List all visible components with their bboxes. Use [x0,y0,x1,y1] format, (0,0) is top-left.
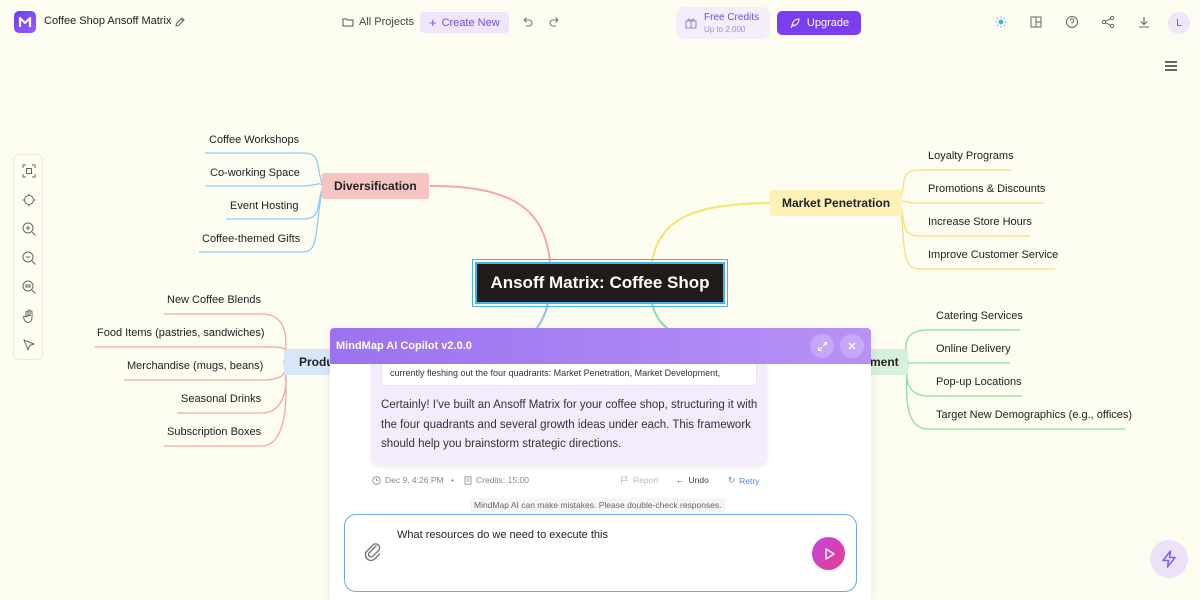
plus-icon: + [429,15,437,30]
download-icon[interactable] [1137,15,1151,29]
create-new-label: Create New [441,16,500,29]
ai-assistant-button[interactable] [1150,540,1188,578]
hamburger-menu-icon[interactable] [1164,60,1178,72]
expand-icon [817,341,827,351]
chat-input[interactable] [397,529,797,541]
all-projects-button[interactable]: All Projects [342,12,414,32]
theme-sun-icon[interactable] [994,15,1008,29]
canvas-toolbar [13,154,43,360]
edit-pencil-icon[interactable] [173,15,187,29]
undo-label: Undo [688,475,709,485]
gift-icon [685,18,697,29]
free-credits-button[interactable]: Free Credits Up to 2,000 [676,7,770,39]
close-icon [848,342,856,350]
upgrade-label: Upgrade [806,17,850,29]
leaf-merchandise[interactable]: Merchandise (mugs, beans) [127,360,263,372]
leaf-improve-customer-service[interactable]: Improve Customer Service [928,249,1058,261]
branch-diversification[interactable]: Diversification [322,173,429,199]
close-button[interactable] [840,334,864,358]
create-new-button[interactable]: + Create New [420,12,509,33]
leaf-seasonal-drinks[interactable]: Seasonal Drinks [181,393,261,405]
leaf-coffee-workshops[interactable]: Coffee Workshops [209,134,299,146]
chat-input-box[interactable] [344,514,857,592]
leaf-coffee-themed-gifts[interactable]: Coffee-themed Gifts [202,233,300,245]
report-button[interactable]: Report [620,475,659,485]
retry-label: Retry [739,475,760,486]
leaf-online-delivery[interactable]: Online Delivery [936,343,1011,355]
message-credits: Credits: 15.00 [464,475,529,485]
help-icon[interactable] [1065,15,1079,29]
branch-label: Produ [299,355,334,369]
clock-icon [372,475,381,485]
leaf-subscription-boxes[interactable]: Subscription Boxes [167,426,261,438]
attachment-clip-icon[interactable] [363,541,383,563]
redo-icon[interactable] [548,14,562,28]
credits-subtitle: Up to 2,000 [704,25,746,34]
share-icon[interactable] [1101,15,1115,29]
credits-text: Credits: 15.00 [476,475,529,485]
center-focus-icon[interactable] [21,192,37,208]
leaf-event-hosting[interactable]: Event Hosting [230,200,298,212]
document-title[interactable]: Coffee Shop Ansoff Matrix [44,15,171,27]
leaf-loyalty-programs[interactable]: Loyalty Programs [928,150,1014,162]
branch-label: ment [870,355,899,369]
branch-market-development[interactable]: ment [866,349,908,375]
credits-title: Free Credits [704,12,760,23]
send-button[interactable] [812,537,845,570]
retry-button[interactable]: ↻ Retry [728,475,759,486]
lightning-icon [1162,550,1176,568]
copilot-header[interactable]: MindMap AI Copilot v2.0.0 [330,328,871,364]
upgrade-button[interactable]: Upgrade [777,11,861,35]
send-play-icon [824,547,835,560]
assistant-message: currently fleshing out the four quadrant… [371,364,767,466]
fit-screen-icon[interactable] [21,163,37,179]
document-icon [464,475,472,485]
root-node[interactable]: Ansoff Matrix: Coffee Shop [472,259,728,307]
leaf-co-working-space[interactable]: Co-working Space [210,167,300,179]
refresh-icon: ↻ [728,475,736,485]
select-cursor-icon[interactable] [21,337,37,353]
leaf-pop-up-locations[interactable]: Pop-up Locations [936,376,1022,388]
message-timestamp: Dec 9, 4:26 PM [372,475,444,485]
branch-label: Market Penetration [782,196,891,210]
leaf-promotions-discounts[interactable]: Promotions & Discounts [928,183,1045,195]
timestamp-text: Dec 9, 4:26 PM [385,475,444,485]
ai-copilot-panel: currently fleshing out the four quadrant… [330,328,871,600]
branch-market-penetration[interactable]: Market Penetration [770,190,903,216]
meta-separator: • [451,475,454,485]
copilot-title: MindMap AI Copilot v2.0.0 [336,340,472,352]
zoom-in-icon[interactable] [21,221,37,237]
layout-icon[interactable] [1029,15,1043,29]
leaf-target-new-demographics[interactable]: Target New Demographics (e.g., offices) [936,409,1132,421]
message-quote: currently fleshing out the four quadrant… [381,364,757,386]
top-bar: Coffee Shop Ansoff Matrix All Projects +… [0,0,1200,44]
leaf-new-coffee-blends[interactable]: New Coffee Blends [167,294,261,306]
logo-icon [18,16,32,27]
app-logo[interactable] [14,11,36,33]
leaf-food-items[interactable]: Food Items (pastries, sandwiches) [97,327,265,339]
leaf-catering-services[interactable]: Catering Services [936,310,1023,322]
hand-pan-icon[interactable] [21,308,37,324]
root-label: Ansoff Matrix: Coffee Shop [490,273,710,292]
undo-message-button[interactable]: ← Undo [676,475,709,485]
report-label: Report [633,475,659,485]
message-text: Certainly! I've built an Ansoff Matrix f… [381,399,758,450]
zoom-out-icon[interactable] [21,250,37,266]
ai-disclaimer: MindMap AI can make mistakes. Please dou… [470,498,726,512]
expand-button[interactable] [810,334,834,358]
branch-label: Diversification [334,179,417,193]
rocket-icon [790,18,800,29]
arrow-left-icon: ← [676,475,685,485]
folder-icon [342,18,354,27]
all-projects-label: All Projects [359,16,415,28]
flag-icon [621,476,628,484]
zoom-reset-icon[interactable] [21,279,37,295]
undo-icon[interactable] [520,14,534,28]
user-avatar[interactable]: L [1168,12,1190,34]
leaf-increase-store-hours[interactable]: Increase Store Hours [928,216,1032,228]
